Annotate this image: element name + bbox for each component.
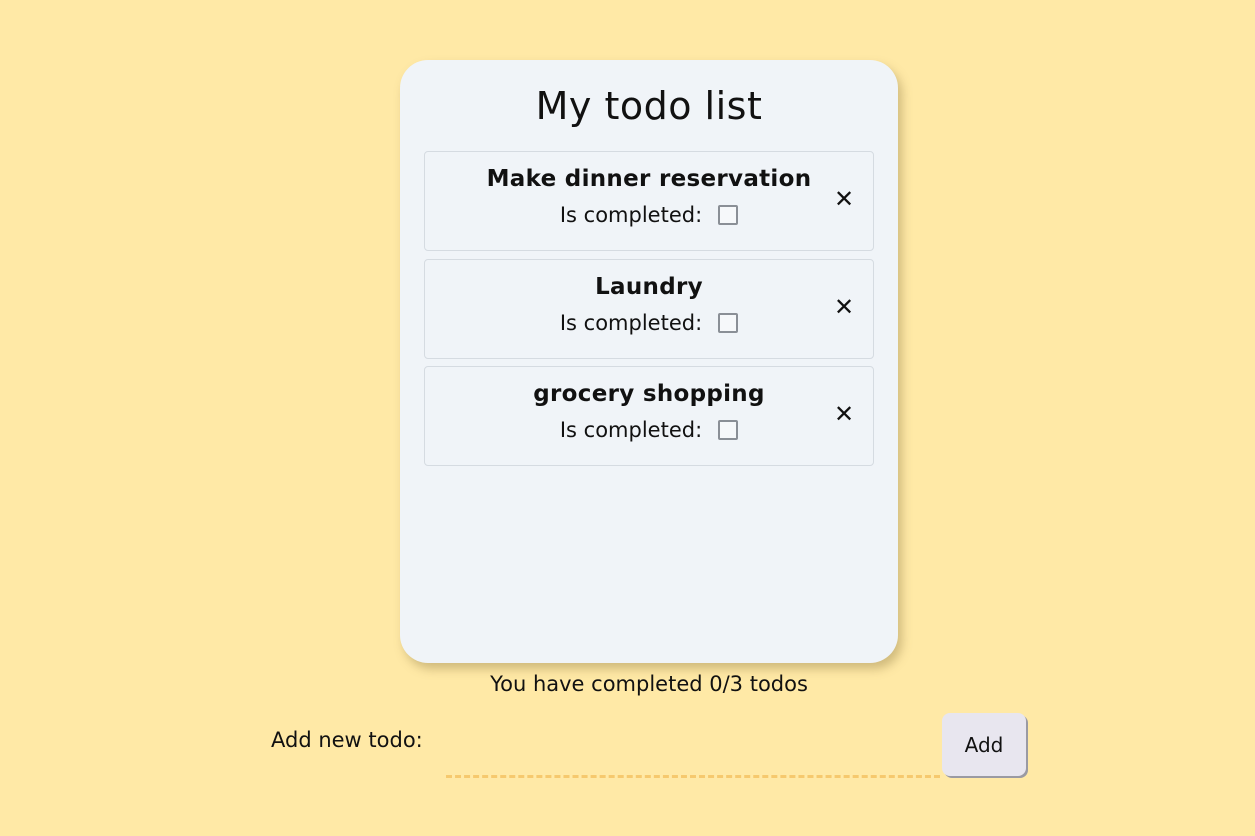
todo-title: Make dinner reservation [486,166,812,192]
completed-label: Is completed: [559,203,703,227]
todo-item: Make dinner reservation Is completed: ✕ [424,151,874,251]
todo-status: Is completed: [425,417,873,442]
add-todo-label: Add new todo: [271,728,423,752]
page-title: My todo list [535,84,763,128]
completed-label: Is completed: [559,418,703,442]
todo-title: grocery shopping [533,381,765,407]
completed-checkbox[interactable] [718,313,739,333]
todo-item: Laundry Is completed: ✕ [424,259,874,359]
add-button[interactable]: Add [942,713,1026,776]
completed-label: Is completed: [559,311,703,335]
todo-item: grocery shopping Is completed: ✕ [424,366,874,466]
completed-checkbox[interactable] [718,420,739,440]
todo-card: My todo list Make dinner reservation Is … [400,60,898,663]
todo-status: Is completed: [425,310,873,335]
completed-checkbox[interactable] [718,205,739,225]
delete-todo-button[interactable]: ✕ [833,186,855,212]
todo-status: Is completed: [425,202,873,227]
completion-summary: You have completed 0/3 todos [490,672,808,696]
delete-todo-button[interactable]: ✕ [833,401,855,427]
new-todo-input[interactable] [446,722,940,778]
todo-title: Laundry [595,274,703,300]
delete-todo-button[interactable]: ✕ [833,294,855,320]
